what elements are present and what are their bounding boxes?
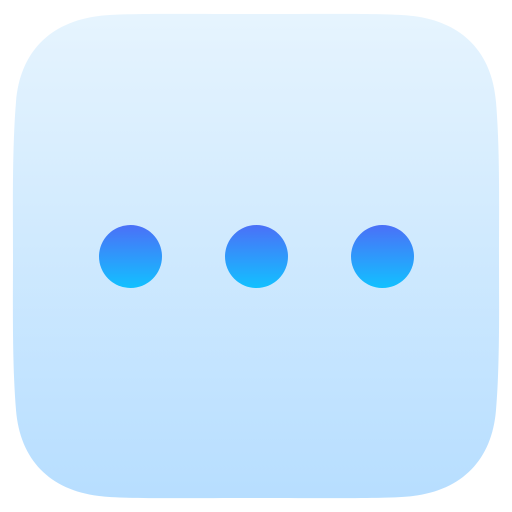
ellipsis-dot-center <box>225 225 288 288</box>
ellipsis-dot-left <box>99 225 162 288</box>
ellipsis-dot-right <box>351 225 414 288</box>
ellipsis-dots <box>99 225 414 288</box>
icon-canvas <box>0 0 512 512</box>
more-options-icon[interactable] <box>0 0 512 512</box>
